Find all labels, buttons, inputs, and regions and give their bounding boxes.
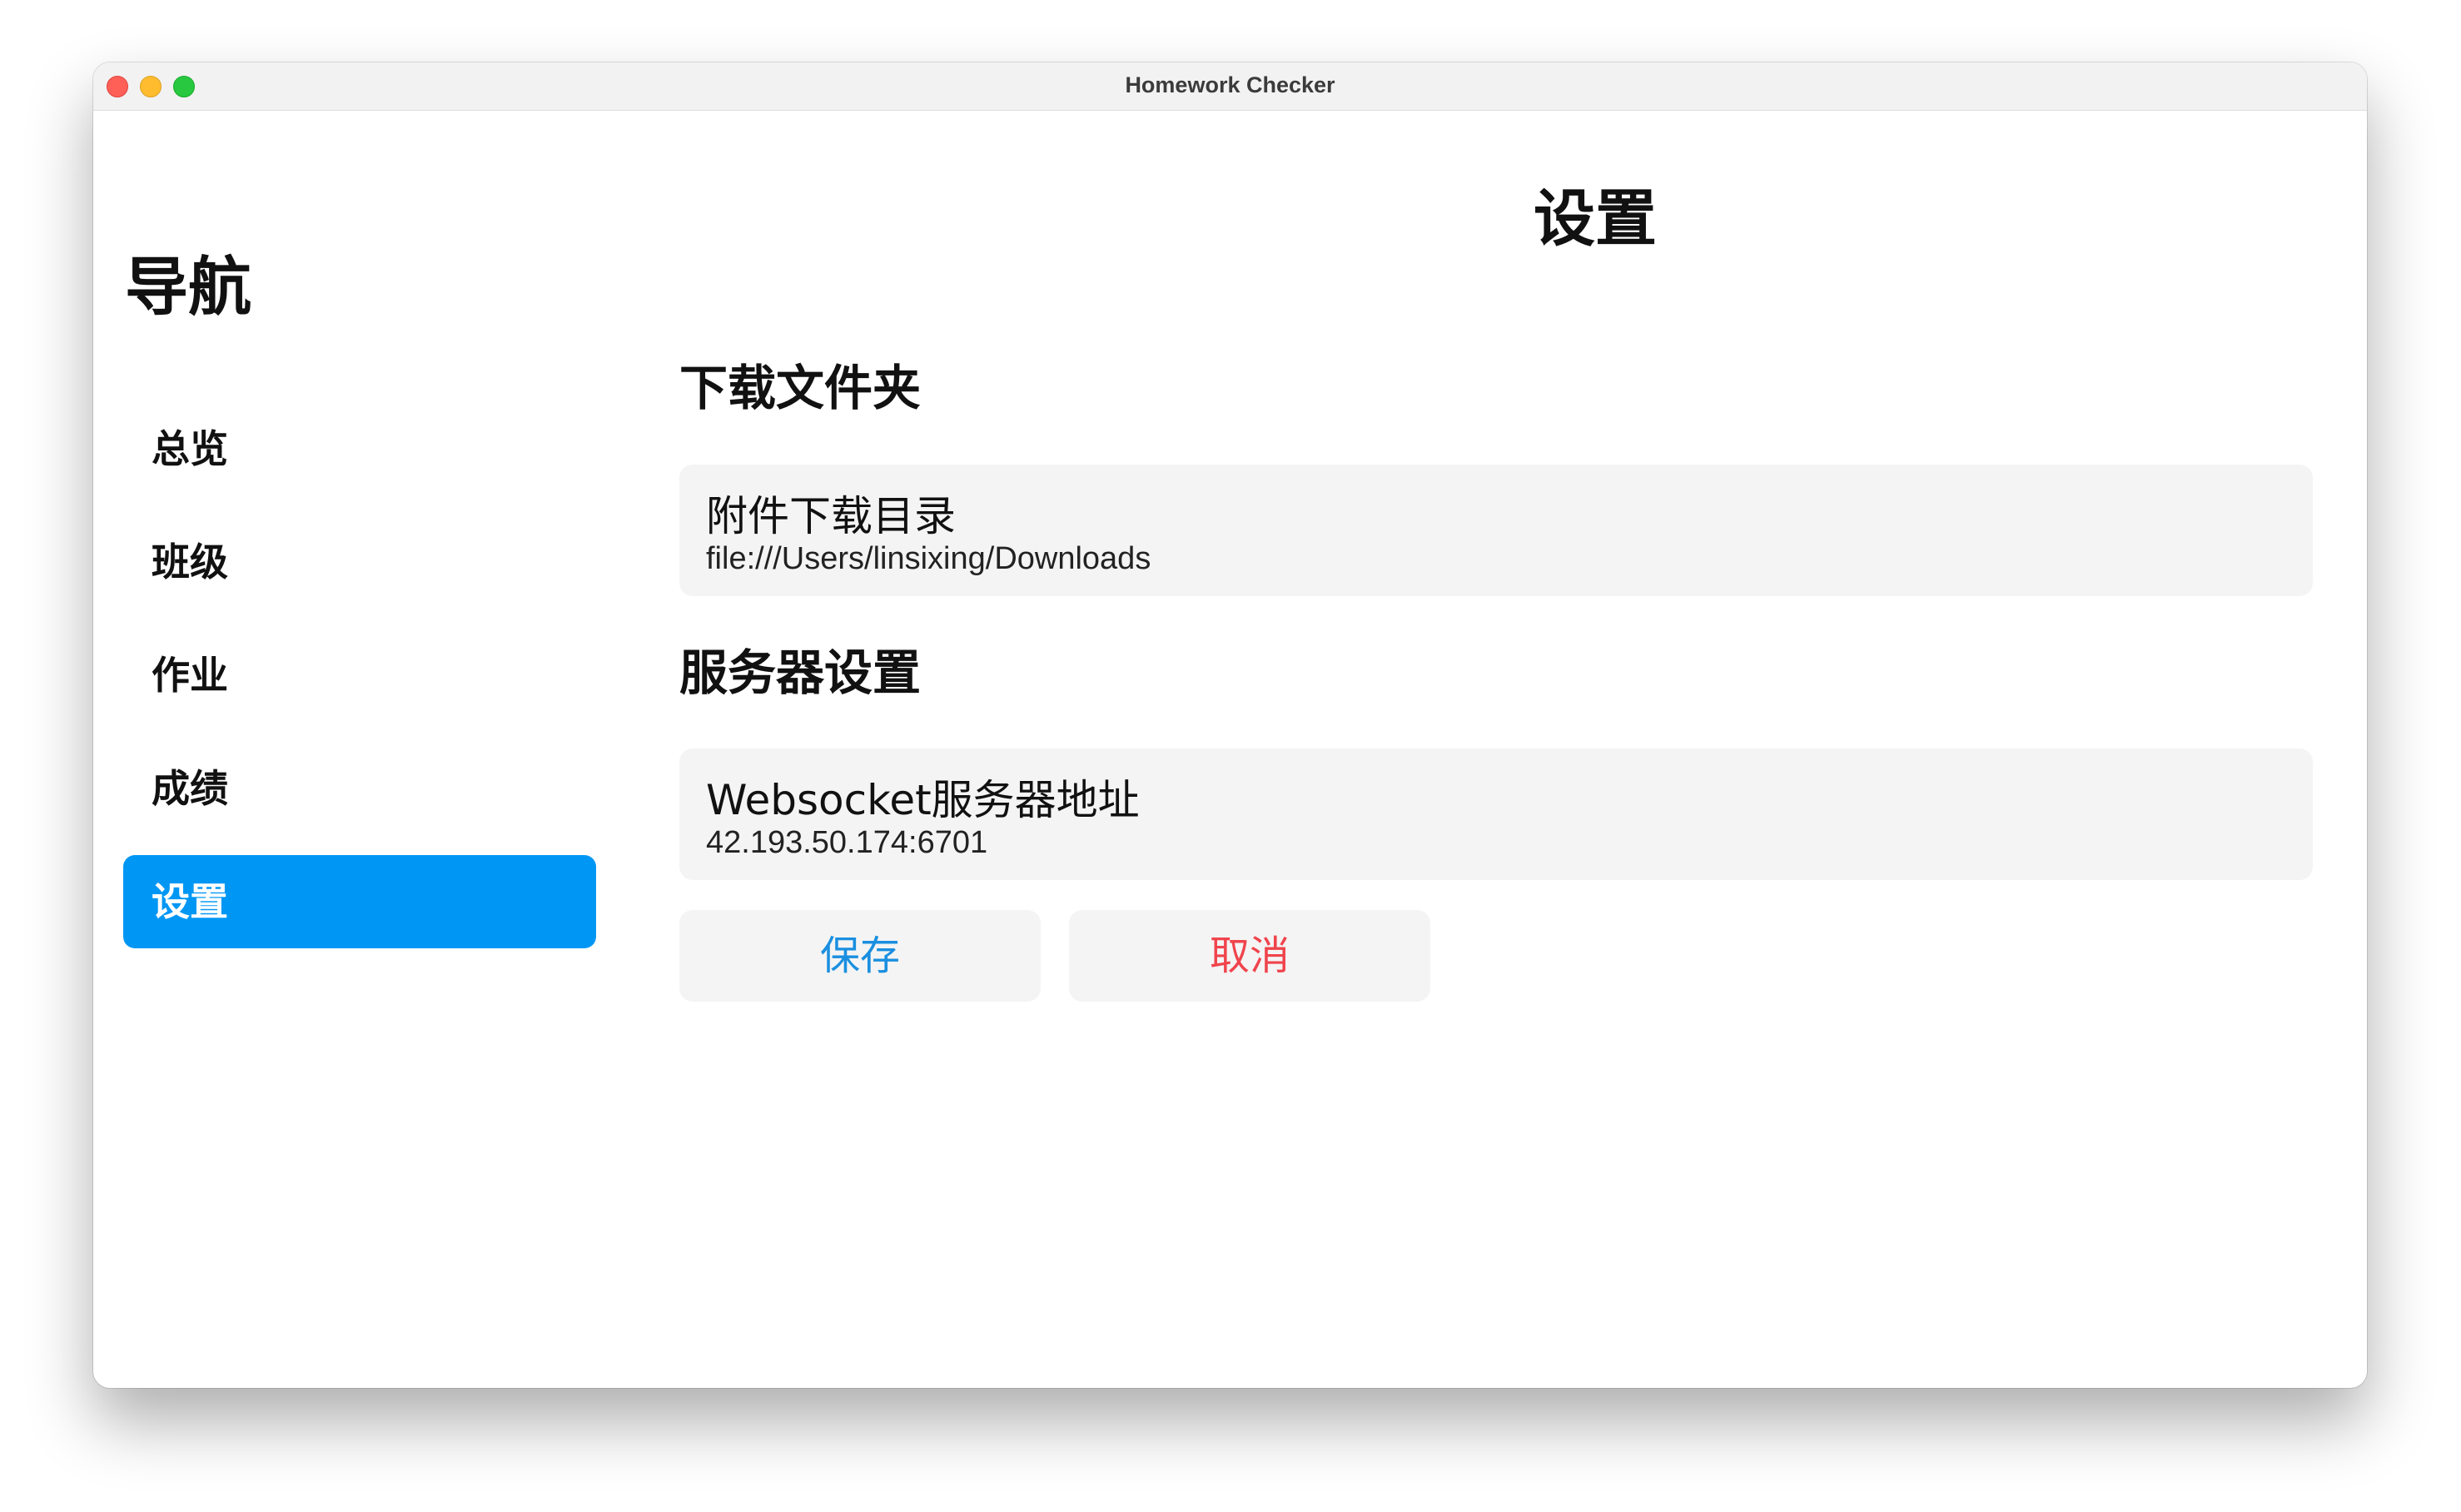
server-section-title: 服务器设置: [679, 644, 922, 701]
app-window: Homework Checker 导航 总览 班级 作业 成绩 设置 设置 下载…: [93, 62, 2367, 1388]
window-title: Homework Checker: [1125, 72, 1335, 97]
title-bar[interactable]: Homework Checker: [93, 62, 2367, 111]
nav-title: 导航: [125, 250, 251, 324]
download-folder-label: 附件下载目录: [706, 492, 956, 540]
window-content: 导航 总览 班级 作业 成绩 设置 设置 下载文件夹 附件下载目录 file:/…: [93, 111, 2367, 1388]
cancel-button[interactable]: 取消: [1069, 910, 1430, 1002]
download-section-title: 下载文件夹: [679, 360, 922, 416]
nav-item-grades[interactable]: 成绩: [123, 742, 596, 835]
server-address-field[interactable]: Websocket服务器地址 42.193.50.174:6701: [679, 749, 2313, 880]
nav-item-classes[interactable]: 班级: [123, 515, 596, 609]
server-address-value: 42.193.50.174:6701: [706, 825, 988, 860]
server-address-label: Websocket服务器地址: [706, 776, 1140, 824]
nav-item-overview[interactable]: 总览: [123, 402, 596, 495]
download-folder-field[interactable]: 附件下载目录 file:///Users/linsixing/Downloads: [679, 465, 2313, 596]
download-folder-value: file:///Users/linsixing/Downloads: [706, 541, 1151, 576]
nav-item-homework[interactable]: 作业: [123, 629, 596, 722]
save-button[interactable]: 保存: [679, 910, 1041, 1002]
nav-list: 总览 班级 作业 成绩 设置: [123, 402, 596, 968]
nav-item-settings[interactable]: 设置: [123, 855, 596, 948]
page-title: 设置: [1534, 183, 1657, 255]
